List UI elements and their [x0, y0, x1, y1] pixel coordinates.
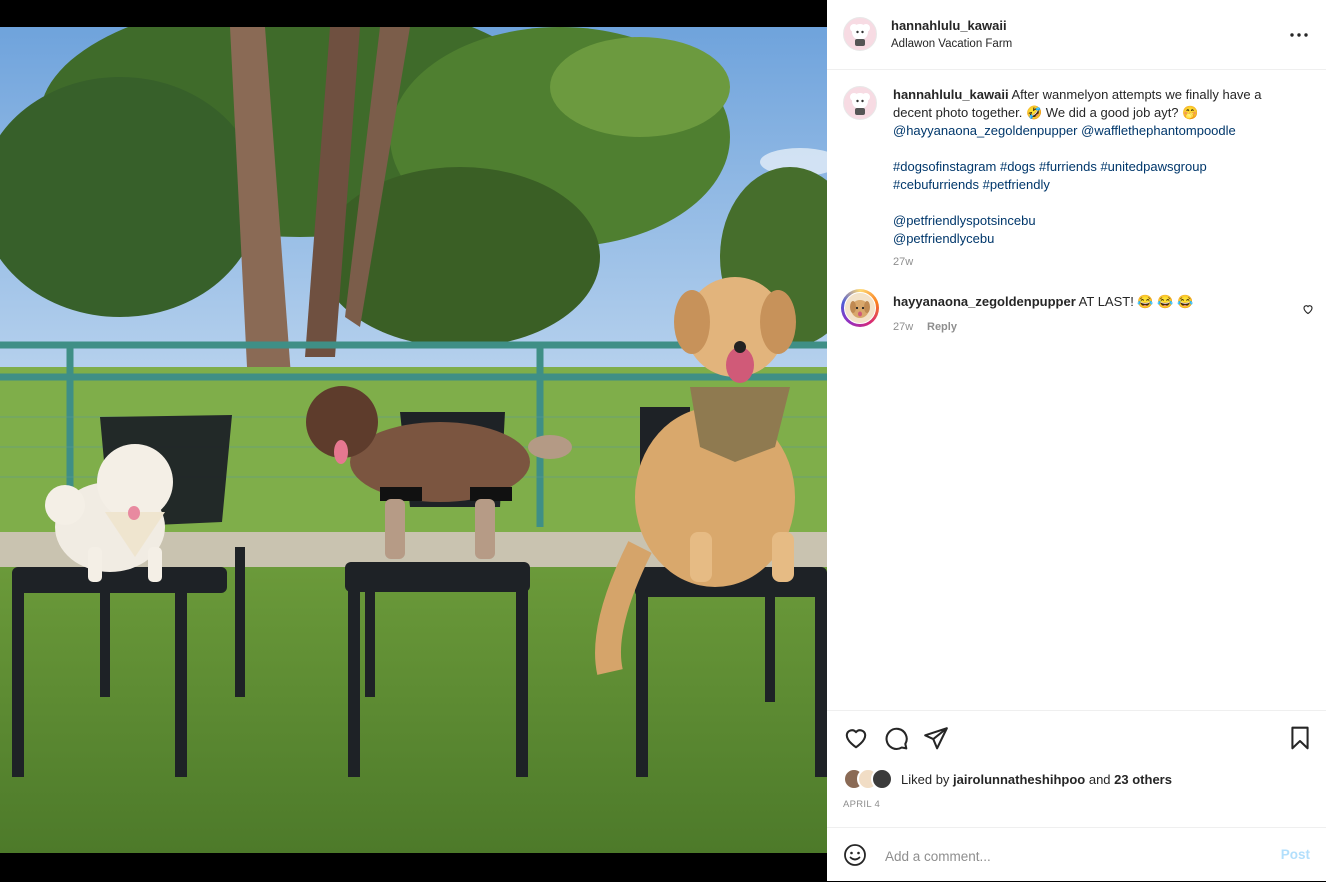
avatar-dog-icon	[850, 93, 870, 115]
comment-bubble-icon	[885, 727, 908, 750]
story-ring[interactable]	[841, 289, 879, 327]
post-comment-button[interactable]: Post	[1281, 847, 1310, 862]
commenter-avatar	[844, 292, 876, 324]
caption-timestamp[interactable]: 27w	[893, 256, 913, 268]
heart-icon	[845, 729, 867, 749]
hashtag-link[interactable]: #petfriendly	[983, 177, 1050, 192]
mention-link[interactable]: @hayyanaona_zegoldenpupper	[893, 123, 1078, 138]
comment-like-button[interactable]	[1302, 302, 1314, 320]
author-username[interactable]: hannahlulu_kawaii	[891, 18, 1007, 33]
like-button[interactable]	[843, 725, 869, 751]
comment-text: hayyanaona_zegoldenpupper AT LAST! 😂 😂 😂	[893, 294, 1193, 310]
author-avatar[interactable]	[843, 17, 877, 51]
liked-by-others[interactable]: 23 others	[1114, 772, 1172, 787]
photo-dogs-on-chairs	[0, 27, 827, 853]
liker-avatar[interactable]	[871, 768, 893, 790]
heart-icon	[1303, 305, 1313, 315]
post-actions: Liked by jairolunnatheshihpoo and 23 oth…	[827, 710, 1326, 828]
paper-plane-icon	[924, 727, 948, 750]
post-photo[interactable]	[0, 0, 827, 881]
save-button[interactable]	[1287, 725, 1313, 751]
post-header: hannahlulu_kawaii Adlawon Vacation Farm	[827, 0, 1326, 70]
more-options-button[interactable]	[1286, 22, 1312, 48]
hashtag-link[interactable]: #dogs	[1000, 159, 1035, 174]
comment-input[interactable]	[883, 844, 1257, 868]
bookmark-icon	[1291, 726, 1309, 750]
comment-button[interactable]	[883, 725, 909, 751]
share-button[interactable]	[923, 725, 949, 751]
add-comment-bar: Post	[827, 827, 1326, 882]
hashtag-link[interactable]: #furriends	[1039, 159, 1097, 174]
likes-summary: Liked by jairolunnatheshihpoo and 23 oth…	[843, 768, 1172, 790]
emoji-button[interactable]	[843, 843, 867, 872]
caption-username[interactable]: hannahlulu_kawaii	[893, 87, 1009, 102]
liked-by-and: and	[1088, 771, 1111, 787]
commenter-username[interactable]: hayyanaona_zegoldenpupper	[893, 294, 1076, 309]
hashtag-link[interactable]: #cebufurriends	[893, 177, 979, 192]
caption-author-avatar[interactable]	[843, 86, 877, 120]
mention-link[interactable]: @wafflethephantompoodle	[1081, 123, 1236, 138]
mention-link[interactable]: @petfriendlyspotsincebu	[893, 213, 1036, 228]
liked-by-prefix: Liked by	[901, 771, 950, 787]
likes-text: Liked by jairolunnatheshihpoo and 23 oth…	[901, 772, 1172, 787]
mention-link[interactable]: @petfriendlycebu	[893, 231, 994, 246]
post-side-panel: hannahlulu_kawaii Adlawon Vacation Farm	[827, 0, 1326, 881]
more-horizontal-icon	[1290, 33, 1308, 37]
post-date[interactable]: APRIL 4	[843, 799, 880, 810]
reply-button[interactable]: Reply	[927, 321, 957, 333]
comments-section[interactable]: hannahlulu_kawaii After wanmelyon attemp…	[827, 70, 1326, 710]
avatar-golden-dog-icon	[850, 300, 870, 318]
post-location[interactable]: Adlawon Vacation Farm	[891, 38, 1012, 50]
emoji-smile-icon	[844, 844, 866, 866]
avatar-dog-icon	[850, 24, 870, 46]
liked-by-user[interactable]: jairolunnatheshihpoo	[953, 772, 1085, 787]
hashtag-link[interactable]: #dogsofinstagram	[893, 159, 996, 174]
caption-text: hannahlulu_kawaii After wanmelyon attemp…	[893, 86, 1298, 248]
comment-timestamp[interactable]: 27w	[893, 321, 913, 333]
hashtag-link[interactable]: #unitedpawsgroup	[1100, 159, 1206, 174]
comment-body: AT LAST! 😂 😂 😂	[1078, 294, 1194, 309]
